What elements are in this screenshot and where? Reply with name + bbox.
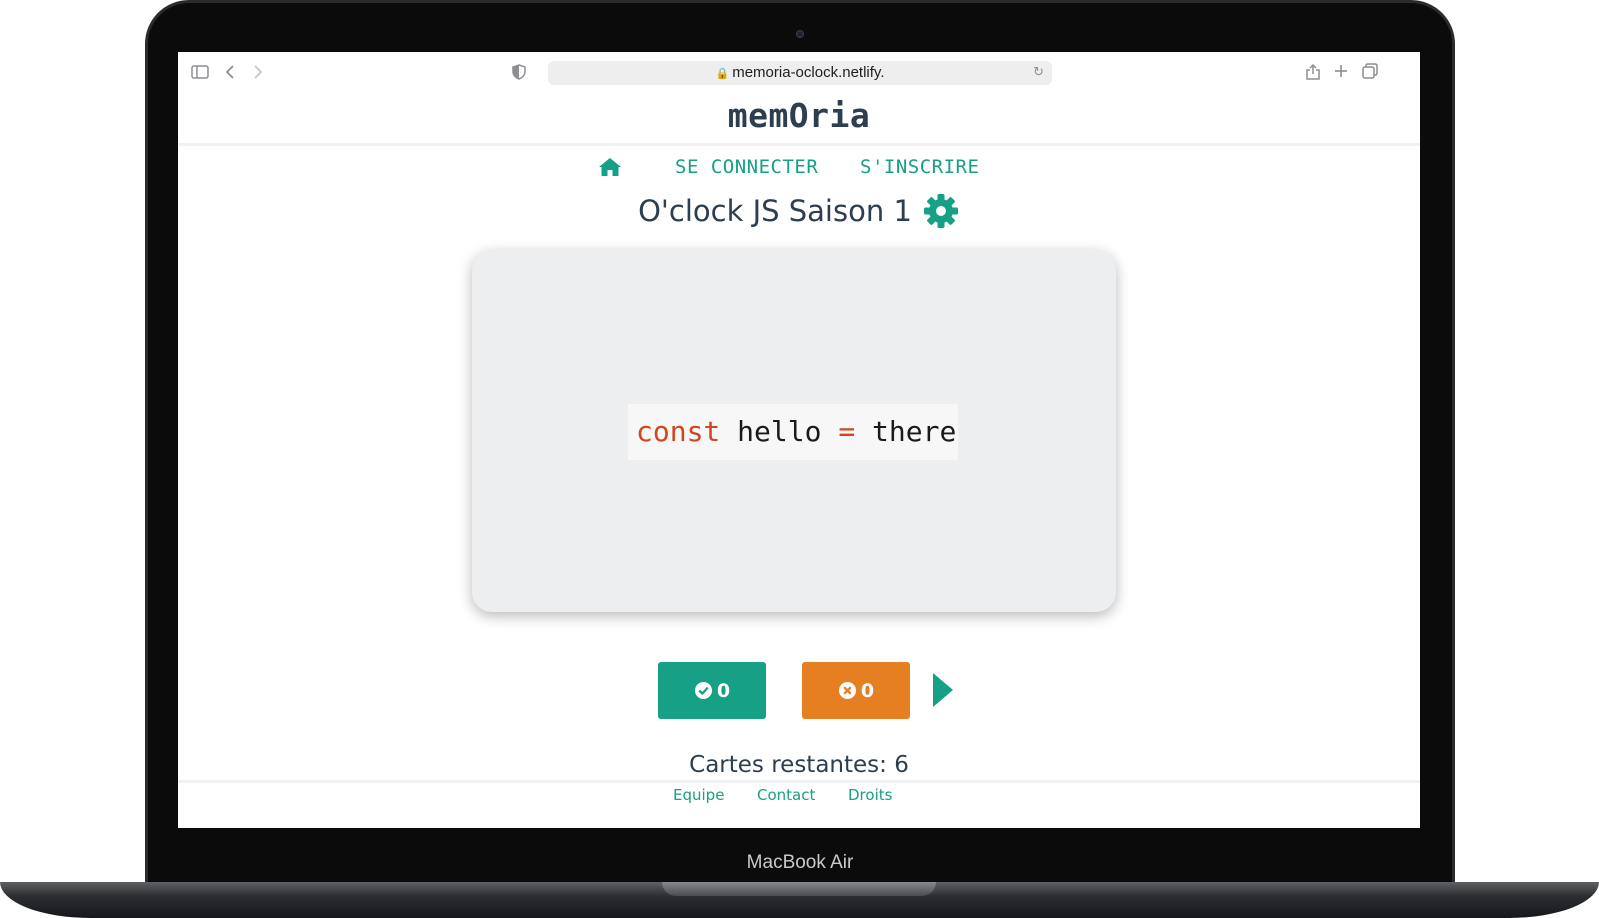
forward-icon[interactable] xyxy=(252,64,264,80)
share-icon[interactable] xyxy=(1306,63,1320,81)
code-operator: = xyxy=(838,415,856,448)
main-nav: SE CONNECTER S'INSCRIRE xyxy=(178,154,1420,182)
footer-divider xyxy=(178,780,1420,783)
deck-title: O'clock JS Saison 1 xyxy=(638,194,912,228)
shield-icon[interactable] xyxy=(512,64,526,80)
browser-toolbar: 🔒 memoria-oclock.netlify. ↻ xyxy=(178,52,1420,92)
gear-icon[interactable] xyxy=(922,192,960,230)
signup-link[interactable]: S'INSCRIRE xyxy=(860,156,979,178)
wrong-button[interactable]: 0 xyxy=(802,662,910,719)
footer-link-team[interactable]: Equipe xyxy=(673,786,724,804)
new-tab-icon[interactable] xyxy=(1334,64,1348,78)
lock-icon: 🔒 xyxy=(715,68,730,80)
tabs-icon[interactable] xyxy=(1362,63,1378,79)
code-value: there xyxy=(872,415,957,448)
home-icon[interactable] xyxy=(598,156,622,178)
check-circle-icon xyxy=(694,681,712,700)
url-text: memoria-oclock.netlify. xyxy=(732,64,885,81)
login-link[interactable]: SE CONNECTER xyxy=(675,156,818,178)
header-divider xyxy=(178,143,1420,146)
flash-card[interactable]: const hello = there xyxy=(472,250,1116,612)
code-keyword: const xyxy=(636,415,721,448)
code-identifier: hello xyxy=(737,415,822,448)
code-snippet: const hello = there xyxy=(628,404,958,460)
wrong-count: 0 xyxy=(860,679,875,702)
back-icon[interactable] xyxy=(224,64,236,80)
remaining-cards: Cartes restantes: 6 xyxy=(689,752,909,778)
play-icon[interactable] xyxy=(930,670,956,710)
correct-count: 0 xyxy=(716,679,731,702)
footer: Equipe Contact Droits xyxy=(178,786,1420,810)
deck-header: O'clock JS Saison 1 xyxy=(178,192,1420,236)
device-label: MacBook Air xyxy=(746,852,854,873)
camera-icon xyxy=(796,30,804,38)
browser-screen: 🔒 memoria-oclock.netlify. ↻ memOria SE CO… xyxy=(178,52,1420,828)
reload-icon[interactable]: ↻ xyxy=(1033,61,1044,85)
correct-button[interactable]: 0 xyxy=(658,662,766,719)
footer-link-contact[interactable]: Contact xyxy=(757,786,815,804)
laptop-hinge-notch xyxy=(662,882,936,896)
times-circle-icon xyxy=(838,681,856,700)
app-title[interactable]: memOria xyxy=(178,96,1420,135)
footer-link-rights[interactable]: Droits xyxy=(848,786,892,804)
sidebar-icon[interactable] xyxy=(191,64,209,80)
url-bar[interactable]: 🔒 memoria-oclock.netlify. ↻ xyxy=(548,61,1052,85)
